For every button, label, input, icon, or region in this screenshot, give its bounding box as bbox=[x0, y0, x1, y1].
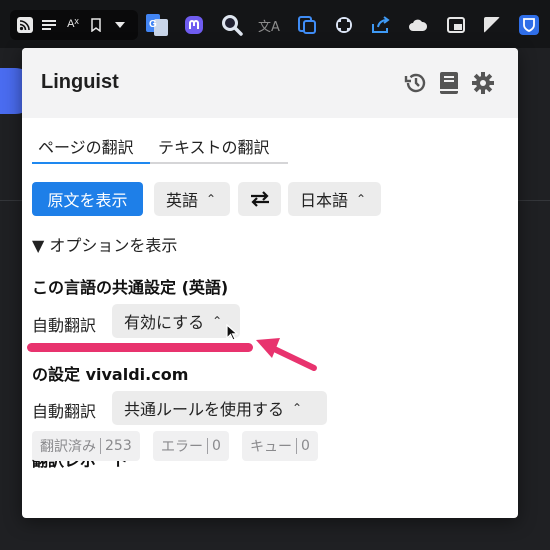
tab-page-translation[interactable]: ページの翻訳 bbox=[38, 134, 134, 158]
select-caret-icon: ⌃ bbox=[356, 192, 367, 206]
translation-tabs: ページの翻訳 テキストの翻訳 bbox=[32, 130, 288, 164]
badge-queue: キュー 0 bbox=[242, 431, 318, 461]
chevron-down-icon[interactable] bbox=[112, 17, 128, 33]
cloud-icon[interactable] bbox=[407, 15, 429, 35]
mastodon-icon[interactable] bbox=[183, 14, 205, 36]
site-settings-heading: の設定 vivaldi.com bbox=[32, 365, 189, 384]
active-tab-indicator bbox=[32, 162, 150, 164]
badge-queue-count: 0 bbox=[301, 438, 310, 454]
history-icon[interactable] bbox=[403, 70, 429, 96]
annotation-underline bbox=[27, 343, 253, 352]
source-language-select[interactable]: 英語 ⌃ bbox=[154, 182, 230, 216]
bitwarden-shield-icon[interactable] bbox=[518, 14, 540, 36]
bookmark-icon[interactable] bbox=[88, 15, 104, 35]
select-caret-icon: ⌃ bbox=[206, 192, 217, 206]
language-settings-heading: この言語の共通設定 (英語) bbox=[32, 278, 229, 297]
svg-text:G: G bbox=[149, 19, 157, 30]
reader-view-icon[interactable] bbox=[40, 16, 58, 34]
badge-translated-label: 翻訳済み bbox=[40, 439, 96, 455]
badge-errors-label: エラー bbox=[161, 439, 203, 455]
source-language-value: 英語 bbox=[166, 191, 199, 210]
badge-translated: 翻訳済み 253 bbox=[32, 431, 140, 461]
language-auto-translate-value: 有効にする bbox=[124, 313, 205, 332]
popup-title: Linguist bbox=[41, 71, 119, 93]
show-original-button[interactable]: 原文を表示 bbox=[32, 182, 143, 216]
badge-errors-count: 0 bbox=[212, 438, 221, 454]
tab-text-translation[interactable]: テキストの翻訳 bbox=[158, 134, 270, 158]
select-caret-icon: ⌃ bbox=[292, 401, 303, 415]
badge-translated-count: 253 bbox=[105, 438, 132, 454]
language-auto-translate-select[interactable]: 有効にする ⌃ bbox=[112, 304, 240, 338]
search-icon[interactable] bbox=[220, 13, 244, 37]
badge-queue-label: キュー bbox=[250, 439, 292, 455]
dual-tabs-icon[interactable] bbox=[296, 14, 318, 36]
translate-toolbar-icon[interactable]: Ax bbox=[62, 14, 84, 34]
book-icon[interactable] bbox=[436, 70, 462, 96]
target-language-select[interactable]: 日本語 ⌃ bbox=[288, 182, 381, 216]
popup-header: Linguist bbox=[22, 48, 518, 118]
select-caret-icon: ⌃ bbox=[212, 314, 223, 328]
swap-arrows-icon bbox=[250, 191, 269, 207]
language-auto-translate-label: 自動翻訳 bbox=[32, 316, 97, 335]
target-language-value: 日本語 bbox=[300, 191, 349, 210]
site-auto-translate-select[interactable]: 共通ルールを使用する ⌃ bbox=[112, 391, 327, 425]
gear-icon[interactable] bbox=[470, 70, 496, 96]
contrast-toggle-icon[interactable] bbox=[482, 15, 502, 35]
options-toggle[interactable]: ▼ オプションを表示 bbox=[32, 232, 177, 256]
window-icon[interactable] bbox=[446, 15, 466, 35]
rss-icon[interactable] bbox=[16, 16, 34, 34]
google-translate-extension-icon[interactable]: G bbox=[146, 14, 168, 36]
linguist-translate-icon[interactable]: 文A bbox=[258, 14, 280, 36]
puzzle-extension-icon[interactable] bbox=[333, 14, 355, 36]
swap-languages-button[interactable] bbox=[238, 182, 281, 216]
badge-errors: エラー 0 bbox=[153, 431, 229, 461]
site-auto-translate-value: 共通ルールを使用する bbox=[124, 400, 285, 419]
site-auto-translate-label: 自動翻訳 bbox=[32, 402, 97, 421]
share-icon[interactable] bbox=[370, 14, 392, 36]
browser-toolbar: Ax G 文A bbox=[0, 0, 550, 48]
annotation-arrow-icon bbox=[256, 338, 317, 371]
mouse-cursor-icon bbox=[226, 324, 239, 341]
